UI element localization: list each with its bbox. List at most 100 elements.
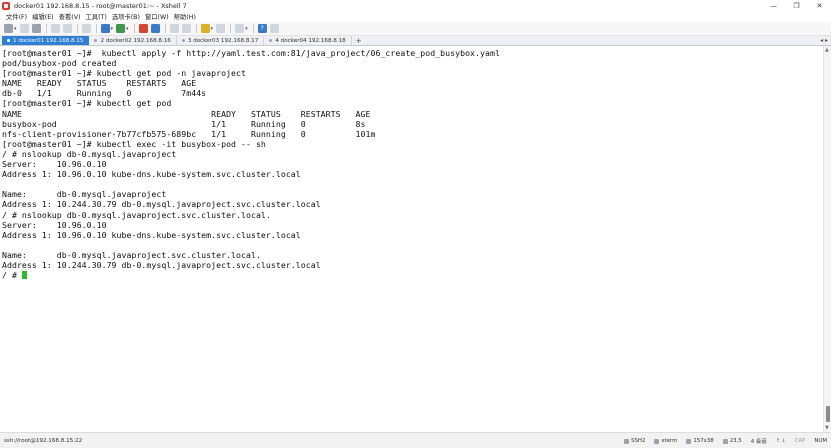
menu-window[interactable]: 窗口(W)	[145, 12, 169, 21]
title-bar: docker01 192.168.8.15 - root@master01:~ …	[0, 0, 831, 11]
scroll-up-icon[interactable]: ▲	[825, 47, 829, 53]
close-button[interactable]: ✕	[808, 0, 831, 11]
toolbar-divider	[76, 24, 78, 33]
cursor-position-status: 23,5	[722, 438, 742, 444]
keyboard-icon[interactable]	[169, 24, 179, 33]
protocol-status: SSH2	[624, 438, 645, 444]
session-tab-bar: 1 docker01 192.168.8.15 2 docker02 192.1…	[0, 36, 831, 46]
cursor-position-label: 23,5	[729, 438, 742, 444]
session-count-status: 4 会话	[750, 439, 767, 445]
num-lock-indicator: NUM	[814, 438, 827, 444]
tab-docker01[interactable]: 1 docker01 192.168.8.15	[2, 36, 90, 45]
terminal-type-icon	[654, 438, 660, 444]
tab-label: 2 docker02 192.168.8.16	[100, 37, 171, 44]
terminal-line: [root@master01 ~]# kubectl exec -it busy…	[2, 138, 266, 149]
lock-icon[interactable]	[181, 24, 191, 33]
globe-icon[interactable]	[100, 24, 110, 33]
terminal-line: Address 1: 10.244.30.79 db-0.mysql.javap…	[2, 259, 321, 270]
toolbar-divider	[195, 24, 197, 33]
new-session-icon[interactable]	[4, 24, 13, 33]
chevron-down-icon[interactable]: ▾	[111, 26, 114, 32]
terminal-line: Address 1: 10.244.30.79 db-0.mysql.javap…	[2, 199, 321, 210]
paste-icon[interactable]	[62, 24, 72, 33]
help-icon[interactable]: ?	[257, 24, 267, 33]
menu-bar: 文件(F) 编辑(E) 查看(V) 工具(T) 选项卡(B) 窗口(W) 帮助(…	[0, 11, 831, 22]
terminal-area[interactable]: [root@master01 ~]# kubectl apply -f http…	[0, 46, 823, 432]
chevron-down-icon[interactable]: ▾	[245, 26, 248, 32]
toolbar-divider	[133, 24, 135, 33]
terminal-line: / # nslookup db-0.mysql.javaproject	[2, 148, 177, 159]
minimize-button[interactable]: —	[762, 0, 785, 11]
protocol-icon	[624, 438, 630, 444]
add-tab-button[interactable]: +	[352, 36, 366, 45]
terminal-line: [root@master01 ~]# kubectl get pod	[2, 98, 172, 109]
window-title: docker01 192.168.8.15 - root@master01:~ …	[14, 1, 187, 10]
xshell-logo-icon	[2, 1, 10, 10]
tab-docker02[interactable]: 2 docker02 192.168.8.16	[89, 36, 177, 45]
session-status-icon	[269, 39, 273, 42]
tab-label: 4 docker04 192.168.8.18	[275, 37, 346, 44]
terminal-prompt-line[interactable]: / #	[2, 270, 823, 280]
layout-icon[interactable]	[235, 24, 245, 33]
transfer-icon[interactable]	[150, 24, 160, 33]
terminal-line: pod/busybox-pod created	[2, 58, 117, 69]
compose-icon[interactable]	[216, 24, 226, 33]
terminal-line: nfs-client-provisioner-7b77cfb575-689bc …	[2, 128, 376, 139]
status-right: SSH2 xterm 157x38 23,5 4 会话 ↑ ↓ CAP NUM	[615, 437, 827, 445]
terminal-line: Name: db-0.mysql.javaproject	[2, 189, 167, 200]
xftp-icon[interactable]	[138, 24, 148, 33]
menu-tab[interactable]: 选项卡(B)	[112, 12, 140, 21]
open-folder-icon[interactable]	[19, 24, 29, 33]
transfer-arrows-icon: ↑ ↓	[775, 438, 786, 444]
copy-icon[interactable]	[50, 24, 60, 33]
chevron-down-icon[interactable]: ▾	[14, 26, 17, 32]
terminal-line: [root@master01 ~]# kubectl apply -f http…	[2, 48, 500, 58]
toolbar-divider	[95, 24, 97, 33]
terminal-cursor	[21, 271, 27, 280]
terminal-line: Server: 10.96.0.10	[2, 219, 107, 230]
tab-label: 3 docker03 192.168.8.17	[187, 37, 259, 44]
menu-tools[interactable]: 工具(T)	[85, 12, 106, 21]
tab-scroll-arrows[interactable]: ◂ ▸	[820, 37, 828, 44]
size-status: 157x38	[686, 438, 714, 444]
chat-icon[interactable]	[269, 24, 279, 33]
find-icon[interactable]	[81, 24, 91, 33]
terminal-type-status: xterm	[654, 438, 677, 444]
menu-view[interactable]: 查看(V)	[59, 12, 81, 21]
scroll-down-icon[interactable]: ▼	[825, 425, 829, 431]
terminal-line: NAME READY STATUS RESTARTS AGE	[2, 108, 371, 119]
terminal-line: Address 1: 10.96.0.10 kube-dns.kube-syst…	[2, 229, 301, 240]
toolbar: ▾ ▾ ▾ ▾ ▾ ?	[0, 22, 831, 36]
terminal-line: Server: 10.96.0.10	[2, 159, 107, 170]
toolbar-divider	[230, 24, 232, 33]
chevron-down-icon[interactable]: ▾	[211, 26, 214, 32]
tab-docker03[interactable]: 3 docker03 192.168.8.17	[177, 36, 265, 45]
toolbar-divider	[45, 24, 47, 33]
terminal-line: / # nslookup db-0.mysql.javaproject.svc.…	[2, 209, 271, 220]
caps-lock-indicator: CAP	[794, 438, 806, 444]
protocol-label: SSH2	[631, 438, 646, 444]
disconnect-icon[interactable]	[31, 24, 41, 33]
terminal-line: db-0 1/1 Running 0 7m44s	[2, 88, 207, 99]
menu-edit[interactable]: 编辑(E)	[32, 12, 54, 21]
terminal-line: NAME READY STATUS RESTARTS AGE	[2, 78, 197, 89]
script-icon[interactable]	[200, 24, 210, 33]
tab-docker04[interactable]: 4 docker04 192.168.8.18	[264, 36, 352, 45]
toolbar-divider	[252, 24, 254, 33]
menu-file[interactable]: 文件(F)	[6, 12, 27, 21]
shell-prompt: / #	[2, 270, 22, 281]
connection-string: ssh://root@192.168.8.15:22	[4, 437, 83, 444]
session-status-icon	[181, 39, 185, 42]
menu-help[interactable]: 帮助(H)	[174, 12, 196, 21]
maximize-button[interactable]: ❐	[785, 0, 808, 11]
terminal-line: Name: db-0.mysql.javaproject.svc.cluster…	[2, 249, 261, 260]
window-controls: — ❐ ✕	[762, 0, 831, 11]
size-icon	[686, 438, 692, 444]
chevron-down-icon[interactable]: ▾	[126, 26, 129, 32]
terminal-scrollbar[interactable]: ▲ ▼	[823, 46, 831, 432]
font-icon[interactable]	[116, 24, 126, 33]
cursor-position-icon	[722, 438, 728, 444]
scroll-thumb[interactable]	[826, 406, 830, 422]
